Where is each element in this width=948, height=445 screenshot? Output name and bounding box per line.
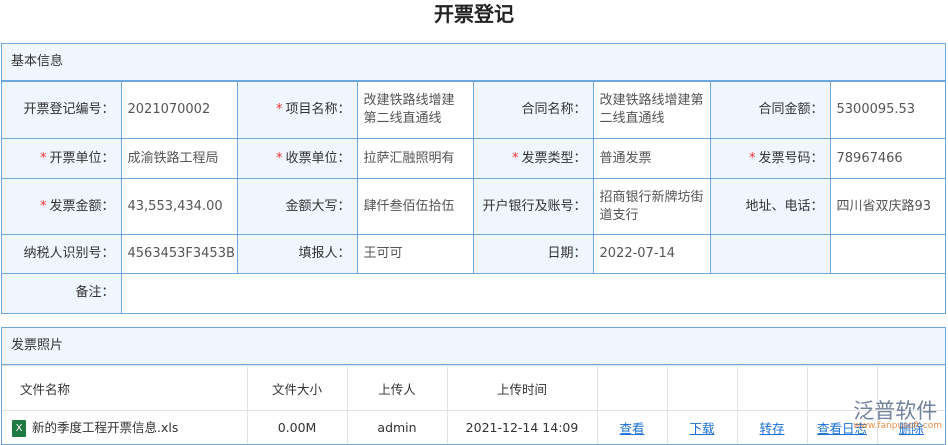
required-marker: * — [275, 150, 283, 166]
field-label: 纳税人识别号： — [2, 234, 122, 274]
col-uploader: 上传人 — [346, 365, 448, 411]
download-link[interactable]: 下载 — [689, 421, 714, 436]
remark-label: 备注： — [2, 273, 122, 313]
field-value: 普通发票 — [592, 138, 711, 179]
file-size: 0.00M — [246, 410, 348, 444]
field-value: 4563453F3453B — [120, 234, 238, 274]
field-label: 开户银行及账号： — [472, 178, 594, 235]
required-marker: * — [39, 198, 47, 214]
field-value: 招商银行新牌坊街道支行 — [592, 178, 711, 235]
required-marker: * — [275, 102, 283, 117]
field-label: * 发票金额： — [2, 178, 122, 235]
info-row: * 发票金额： 43,553,434.00 金额大写： 肆仟叁佰伍拾伍 开户银行及账号：招… — [2, 178, 945, 235]
field-label: 金额大写： — [236, 178, 358, 235]
field-label: 日期： — [472, 234, 594, 274]
col-upload-time: 上传时间 — [446, 365, 598, 411]
field-label: 开票登记编号： — [2, 81, 122, 139]
field-value: 拉萨汇融照明有 — [356, 138, 474, 179]
field-label: * 收票单位： — [236, 138, 358, 179]
file-uploader: admin — [346, 410, 448, 444]
field-label: 填报人： — [236, 234, 358, 274]
field-label: * 发票号码： — [709, 138, 831, 179]
view-link[interactable]: 查看 — [619, 421, 644, 436]
delete-link[interactable]: 删除 — [899, 421, 924, 436]
field-label: 地址、电话： — [709, 178, 831, 235]
view-log-link[interactable]: 查看日志 — [817, 421, 867, 436]
required-marker: * — [511, 150, 519, 166]
info-row: 纳税人识别号： 4563453F3453B 填报人： 王可可 日期： 2022-07-14 — [2, 234, 945, 274]
info-row: 开票登记编号： 2021070002 * 项目名称： 改建铁路线增建第二线直通线 合同名称… — [2, 81, 945, 139]
field-label: 合同金额： — [709, 81, 831, 139]
field-value: 78967466 — [829, 138, 945, 179]
field-label: 合同名称： — [472, 81, 594, 139]
field-label: * 开票单位： — [2, 138, 122, 179]
remark-row: 备注： — [2, 273, 945, 313]
field-label: * 发票类型： — [472, 138, 594, 179]
basic-info-table: 开票登记编号： 2021070002 * 项目名称： 改建铁路线增建第二线直通线 合同名称… — [2, 81, 945, 313]
required-marker: * — [748, 150, 756, 166]
field-value: 肆仟叁佰伍拾伍 — [356, 178, 474, 235]
field-value: 2021070002 — [120, 81, 238, 139]
invoice-photos-panel: 发票照片 文件名称 文件大小 上传人 上传时间 X 新的季度工程开票信息.xls … — [1, 327, 946, 445]
field-value: 四川省双庆路93 — [829, 178, 945, 235]
page-title: 开票登记 — [434, 2, 514, 26]
save-as-link[interactable]: 转存 — [759, 421, 784, 436]
files-header-row: 文件名称 文件大小 上传人 上传时间 — [2, 365, 945, 411]
col-file-name: 文件名称 — [2, 365, 248, 411]
info-row: * 开票单位： 成渝铁路工程局 * 收票单位： 拉萨汇融照明有 * 发票类型： 普通发票 * 发票号… — [2, 138, 945, 179]
file-upload-time: 2021-12-14 14:09 — [446, 410, 598, 444]
col-file-size: 文件大小 — [246, 365, 348, 411]
field-value — [829, 234, 945, 274]
field-value: 43,553,434.00 — [120, 178, 238, 235]
field-value: 成渝铁路工程局 — [120, 138, 238, 179]
file-row: X 新的季度工程开票信息.xls 0.00M admin 2021-12-14 1… — [2, 410, 945, 444]
field-value: 改建铁路线增建第二线直通线 — [356, 81, 474, 139]
field-label: * 项目名称： — [236, 81, 358, 139]
excel-icon: X — [12, 420, 26, 438]
basic-info-header: 基本信息 — [2, 44, 945, 81]
field-value: 5300095.53 — [829, 81, 945, 139]
field-value: 2022-07-14 — [592, 234, 711, 274]
field-value: 改建铁路线增建第二线直通线 — [592, 81, 711, 139]
field-value: 王可可 — [356, 234, 474, 274]
basic-info-panel: 基本信息 开票登记编号： 2021070002 * 项目名称： 改建铁路线增建第二线直通… — [1, 43, 946, 314]
field-label — [709, 234, 831, 274]
invoice-photos-header: 发票照片 — [2, 328, 945, 365]
required-marker: * — [39, 150, 47, 166]
file-name: 新的季度工程开票信息.xls — [32, 420, 179, 436]
files-table: 文件名称 文件大小 上传人 上传时间 X 新的季度工程开票信息.xls 0.00M… — [2, 365, 945, 444]
remark-field[interactable] — [120, 273, 945, 313]
